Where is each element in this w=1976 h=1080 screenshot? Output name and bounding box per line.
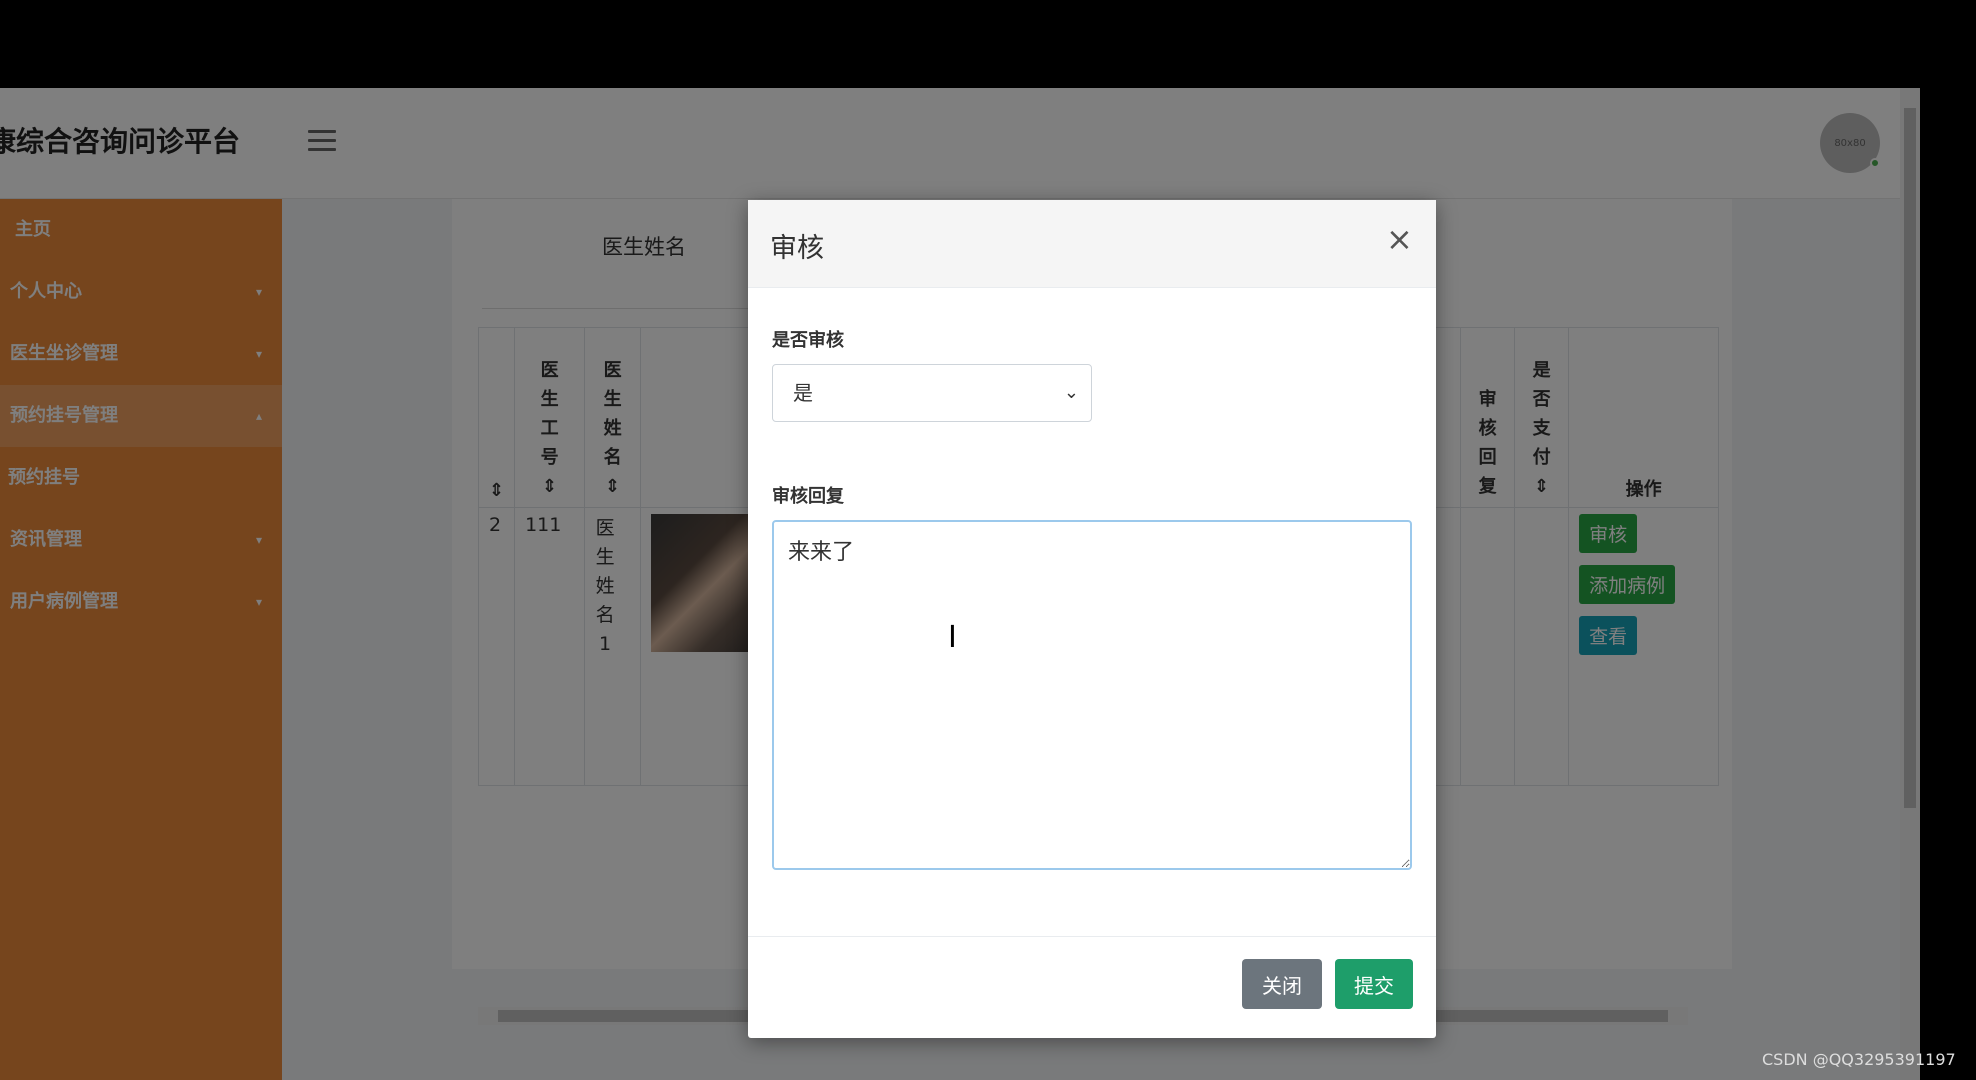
audit-status-value: 是 xyxy=(793,381,813,405)
audit-reply-label: 审核回复 xyxy=(772,486,844,507)
dialog-title: 审核 xyxy=(770,233,824,264)
audit-dialog: 审核 × 是否审核 是 ⌄ 审核回复 来来了 I 关闭 提交 xyxy=(748,200,1436,1038)
screen: 康综合咨询问诊平台 80x80 主页 个人中心 ▾ 医生坐诊管理 ▾ 预约挂号管… xyxy=(0,0,1976,1080)
audit-status-label: 是否审核 xyxy=(772,330,844,351)
chevron-down-icon: ⌄ xyxy=(1063,382,1079,403)
close-button[interactable]: 关闭 xyxy=(1242,959,1322,1009)
close-icon[interactable]: × xyxy=(1386,220,1413,258)
audit-status-select[interactable]: 是 ⌄ xyxy=(772,364,1092,422)
text-cursor-icon: I xyxy=(948,620,957,655)
dialog-header: 审核 × xyxy=(748,200,1436,288)
submit-button[interactable]: 提交 xyxy=(1335,959,1413,1009)
watermark: CSDN @QQ3295391197 xyxy=(1762,1050,1956,1069)
dialog-footer: 关闭 提交 xyxy=(748,936,1436,1038)
audit-reply-textarea[interactable]: 来来了 xyxy=(772,520,1412,870)
